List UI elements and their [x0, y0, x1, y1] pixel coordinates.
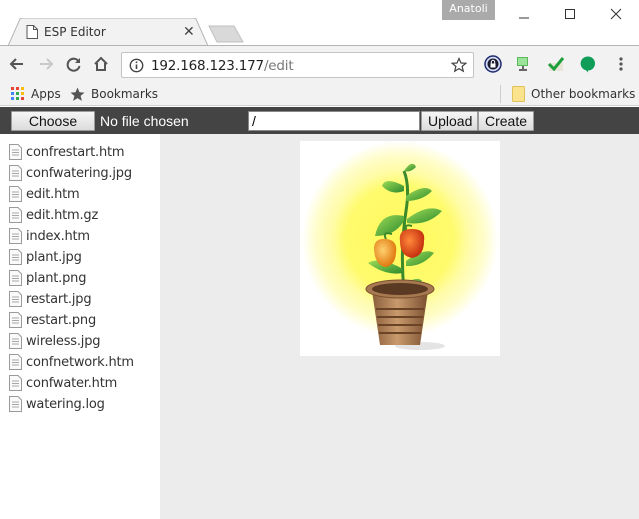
close-icon[interactable]: ✕	[183, 24, 195, 38]
file-tree-item[interactable]: watering.log	[9, 394, 105, 414]
create-button[interactable]: Create	[478, 111, 534, 131]
file-name: confnetwork.htm	[26, 354, 134, 370]
url-text: 192.168.123.177/edit	[151, 58, 294, 74]
file-tree-item[interactable]: confwatering.jpg	[9, 163, 132, 183]
file-tree-item[interactable]: wireless.jpg	[9, 331, 101, 351]
upload-button[interactable]: Upload	[421, 111, 478, 131]
file-name: wireless.jpg	[26, 333, 101, 349]
reload-icon	[66, 57, 81, 72]
plant-illustration	[302, 141, 498, 350]
file-name: confwater.htm	[26, 375, 118, 391]
browser-toolbar: 192.168.123.177/edit	[0, 46, 639, 82]
apps-grid-icon	[11, 87, 24, 100]
file-name: restart.jpg	[26, 291, 92, 307]
star-icon	[70, 87, 85, 101]
page-icon	[26, 25, 38, 39]
file-icon	[9, 270, 22, 286]
apps-label: Apps	[31, 87, 61, 101]
reload-button[interactable]	[63, 53, 85, 75]
file-name: edit.htm.gz	[26, 207, 99, 223]
preview-pane	[160, 134, 639, 519]
apps-shortcut[interactable]: Apps	[11, 85, 61, 103]
checkmark-extension-icon	[547, 57, 565, 72]
choose-file-button[interactable]: Choose File	[11, 111, 95, 147]
file-name: restart.png	[26, 312, 97, 328]
window-close-button[interactable]	[593, 0, 639, 28]
file-tree-item[interactable]: confwater.htm	[9, 373, 117, 393]
file-tree-item[interactable]: confnetwork.htm	[9, 352, 134, 372]
browser-menu-button[interactable]	[612, 55, 630, 73]
bookmarks-bar: Apps Bookmarks Other bookmarks	[0, 82, 639, 106]
file-icon	[9, 207, 22, 223]
remote-desktop-extension-icon	[517, 57, 528, 71]
maximize-button[interactable]	[547, 0, 593, 28]
hangouts-extension-icon	[580, 56, 595, 73]
bookmarks-separator	[500, 85, 501, 103]
file-icon	[9, 396, 22, 412]
file-tree-item[interactable]: edit.htm	[9, 184, 80, 204]
remote-desktop-extension-button[interactable]	[514, 55, 532, 73]
file-icon	[9, 354, 22, 370]
maximize-icon	[565, 9, 575, 19]
lock-extension-button[interactable]	[484, 55, 502, 73]
lock-extension-icon	[484, 55, 502, 73]
bookmark-star-icon[interactable]	[451, 57, 467, 73]
folder-icon	[512, 86, 525, 102]
file-name: index.htm	[26, 228, 90, 244]
tab-shape	[8, 18, 208, 46]
file-icon	[9, 333, 22, 349]
file-name: plant.png	[26, 270, 87, 286]
file-icon	[9, 228, 22, 244]
file-icon	[9, 291, 22, 307]
file-name: confrestart.htm	[26, 144, 125, 160]
uploader-bar: Choose File No file chosen Upload Create	[0, 107, 639, 147]
url-host: 192.168.123.177	[151, 58, 264, 74]
tab-esp-editor[interactable]: ESP Editor ✕	[8, 18, 208, 46]
file-name: watering.log	[26, 396, 105, 412]
file-icon	[9, 165, 22, 181]
minimize-button[interactable]	[501, 0, 547, 28]
bookmarks-folder[interactable]: Bookmarks	[70, 85, 158, 103]
file-tree-item[interactable]: index.htm	[9, 226, 90, 246]
profile-badge[interactable]: Anatoli	[442, 0, 495, 20]
file-tree-item[interactable]: plant.jpg	[9, 247, 82, 267]
back-button[interactable]	[6, 53, 28, 75]
file-tree-item[interactable]: confrestart.htm	[9, 142, 125, 162]
file-tree-item[interactable]: restart.jpg	[9, 289, 92, 309]
file-name: confwatering.jpg	[26, 165, 132, 181]
url-path: /edit	[263, 58, 294, 74]
new-tab-button[interactable]	[208, 25, 244, 43]
tab-title: ESP Editor	[44, 25, 106, 39]
hangouts-extension-button[interactable]	[579, 55, 597, 73]
file-icon	[9, 144, 22, 160]
file-icon	[9, 186, 22, 202]
other-bookmarks-folder[interactable]: Other bookmarks	[512, 85, 635, 103]
checkmark-extension-button[interactable]	[547, 55, 565, 73]
plant-image	[300, 141, 500, 356]
file-tree: confrestart.htm confwatering.jpg edit.htm e…	[0, 134, 160, 519]
home-button[interactable]	[90, 53, 112, 75]
window-close-icon	[610, 8, 622, 20]
other-bookmarks-label: Other bookmarks	[531, 87, 636, 101]
back-icon	[9, 58, 23, 70]
file-name: edit.htm	[26, 186, 80, 202]
minimize-icon	[519, 17, 529, 19]
browser-titlebar: ESP Editor ✕ Anatoli	[0, 0, 639, 46]
bookmarks-label: Bookmarks	[91, 87, 159, 101]
file-tree-item[interactable]: edit.htm.gz	[9, 205, 98, 225]
home-icon	[94, 56, 108, 71]
info-icon[interactable]	[129, 58, 144, 73]
file-name: plant.jpg	[26, 249, 82, 265]
file-icon	[9, 375, 22, 391]
file-tree-item[interactable]: plant.png	[9, 268, 86, 288]
forward-icon	[40, 58, 54, 70]
address-bar[interactable]: 192.168.123.177/edit	[121, 52, 474, 78]
file-tree-item[interactable]: restart.png	[9, 310, 96, 330]
file-icon	[9, 249, 22, 265]
no-file-status: No file chosen	[100, 113, 189, 129]
menu-icon	[619, 57, 623, 71]
path-input[interactable]	[248, 111, 420, 131]
file-icon	[9, 312, 22, 328]
forward-button[interactable]	[35, 53, 57, 75]
